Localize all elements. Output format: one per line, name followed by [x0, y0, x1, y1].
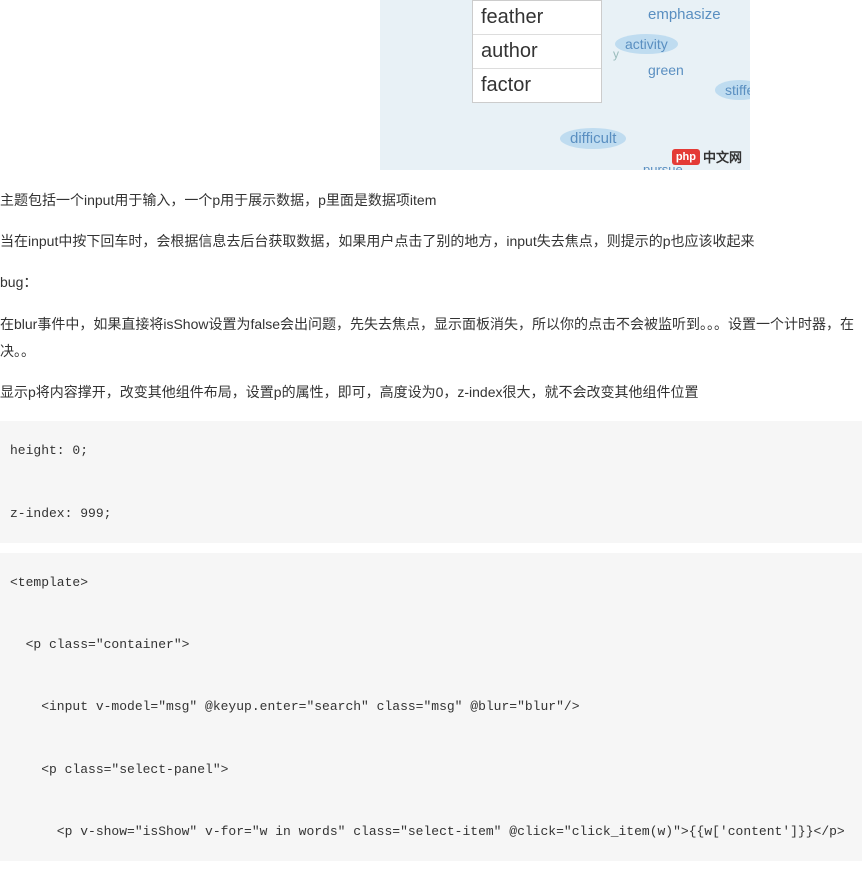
cloud-word: emphasize: [640, 4, 729, 25]
article-content: 主题包括一个input用于输入，一个p用于展示数据，p里面是数据项item 当在…: [0, 188, 862, 861]
php-logo-text: 中文网: [703, 147, 742, 166]
paragraph: 决。。: [0, 339, 862, 364]
code-line: <p class="select-panel">: [10, 762, 228, 777]
code-line: z-index: 999;: [10, 506, 111, 521]
bug-heading: bug：: [0, 270, 862, 295]
paragraph: 显示p将内容撑开，改变其他组件布局，设置p的属性，即可，高度设为0，z-inde…: [0, 380, 862, 405]
autocomplete-item[interactable]: factor: [473, 69, 601, 102]
code-block-css: height: 0; z-index: 999;: [0, 421, 862, 543]
code-line: height: 0;: [10, 443, 88, 458]
code-line: <p class="container">: [10, 637, 189, 652]
autocomplete-item[interactable]: feather: [473, 1, 601, 35]
code-line: <input v-model="msg" @keyup.enter="searc…: [10, 699, 580, 714]
paragraph: 当在input中按下回车时，会根据信息去后台获取数据，如果用户点击了别的地方，i…: [0, 229, 862, 254]
code-line: <p v-show="isShow" v-for="w in words" cl…: [10, 824, 845, 839]
cloud-word: difficult: [560, 128, 626, 149]
code-block-template: <template> <p class="container"> <input …: [0, 553, 862, 862]
autocomplete-item[interactable]: author: [473, 35, 601, 69]
php-cn-logo: php 中文网: [672, 147, 742, 166]
cloud-word: green: [640, 60, 692, 80]
paragraph: 在blur事件中，如果直接将isShow设置为false会出问题，先失去焦点，显…: [0, 312, 862, 337]
php-logo-icon: php: [672, 149, 700, 165]
cloud-word: stiffe: [715, 80, 750, 100]
paragraph: 主题包括一个input用于输入，一个p用于展示数据，p里面是数据项item: [0, 188, 862, 213]
autocomplete-dropdown: feather author factor: [472, 0, 602, 103]
word-cloud-widget: feather author factor emphasizeactivityg…: [380, 0, 750, 170]
code-line: <template>: [10, 575, 88, 590]
cloud-word: y: [605, 45, 627, 63]
